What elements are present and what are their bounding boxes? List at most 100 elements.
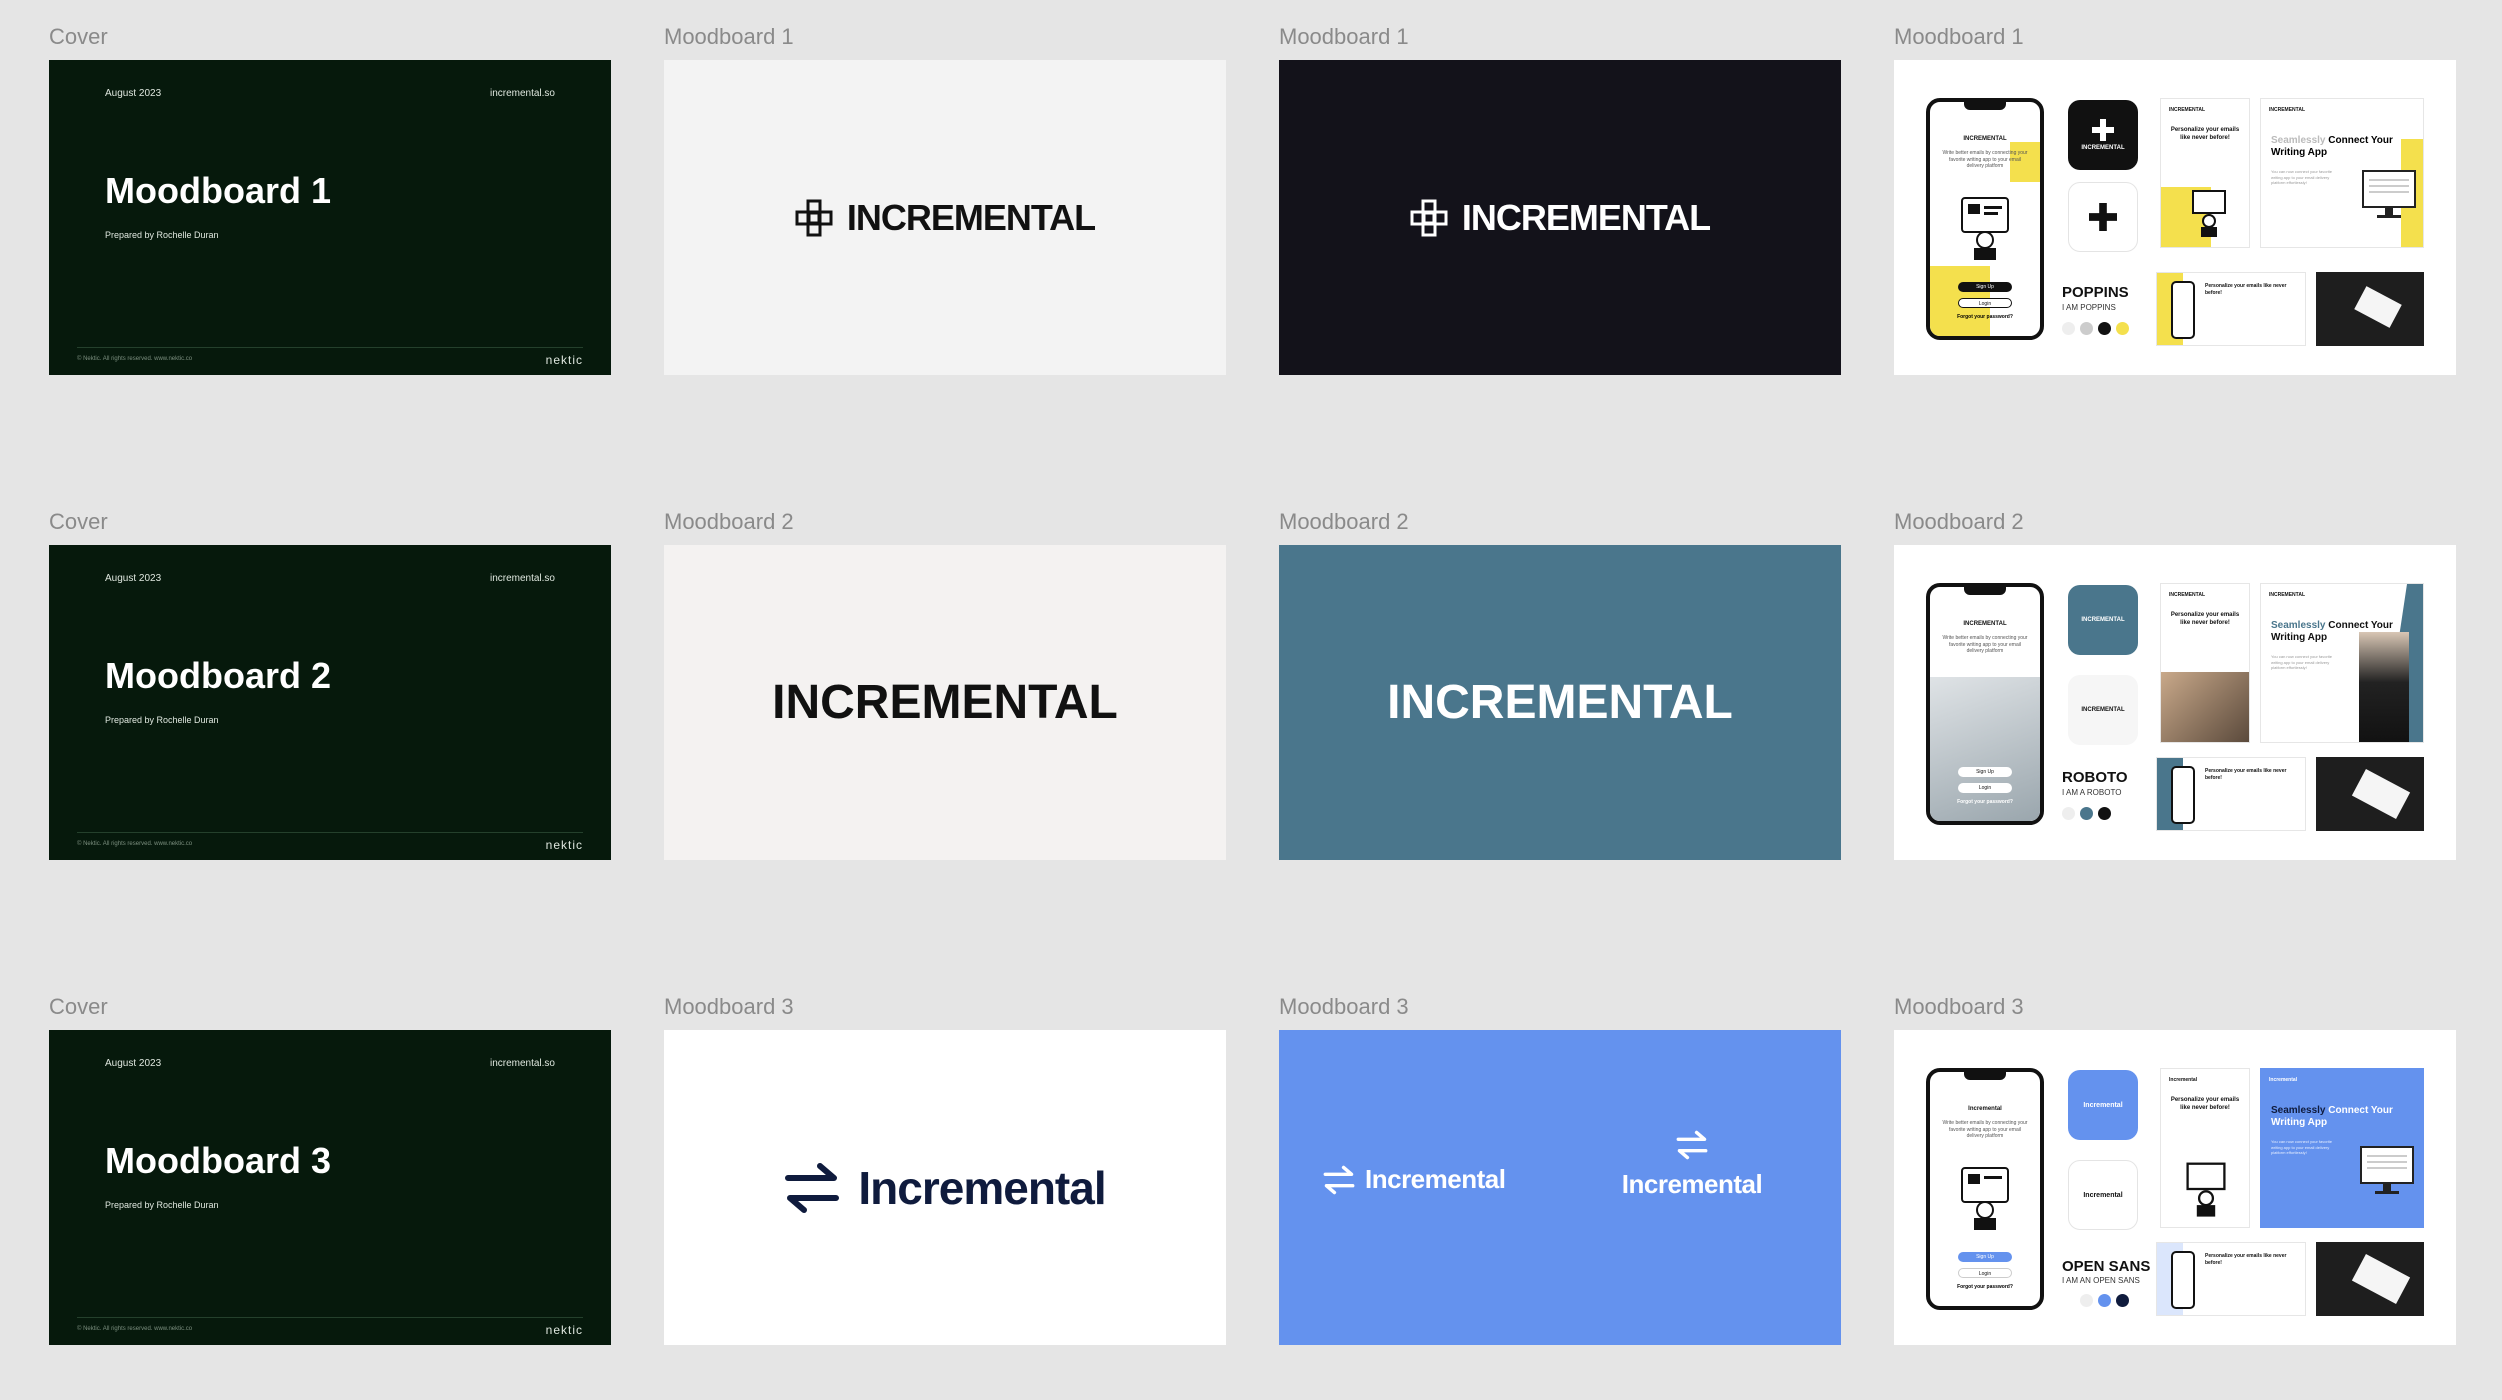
logo-wordmark: INCREMENTAL <box>1387 676 1733 729</box>
logo-dark-frame-3[interactable]: Incremental Incremental <box>1279 1030 1841 1345</box>
cover-divider <box>77 1317 583 1318</box>
hero-card: INCREMENTAL Seamlessly Connect Your Writ… <box>2260 583 2424 743</box>
font-sample: I AM POPPINS <box>2062 303 2116 312</box>
cover-frame-1[interactable]: August 2023 incremental.so Moodboard 1 P… <box>49 60 611 375</box>
frame-label-logo-dark-2[interactable]: Moodboard 2 <box>1279 509 1409 535</box>
app-icon-light <box>2068 182 2138 252</box>
frame-label-detail-2[interactable]: Moodboard 2 <box>1894 509 2024 535</box>
cross-grid-logo-icon <box>795 199 833 236</box>
logo-stacked: Incremental <box>1607 1130 1777 1200</box>
cover-divider <box>77 347 583 348</box>
font-name: OPEN SANS <box>2062 1258 2151 1275</box>
logo-light-frame-3[interactable]: Incremental <box>664 1030 1226 1345</box>
frame-label-detail-1[interactable]: Moodboard 1 <box>1894 24 2024 50</box>
cover-frame-2[interactable]: August 2023 incremental.so Moodboard 2 P… <box>49 545 611 860</box>
logo-wordmark: Incremental <box>858 1161 1106 1214</box>
phone-mockup: Incremental Write better emails by conne… <box>1926 1068 2044 1310</box>
logo-dark-frame-2[interactable]: INCREMENTAL <box>1279 545 1841 860</box>
frame-label-logo-dark-3[interactable]: Moodboard 3 <box>1279 994 1409 1020</box>
cover-copyright: © Nektic. All rights reserved. www.nekti… <box>77 1326 193 1332</box>
moodboard-detail-frame-2[interactable]: INCREMENTAL Write better emails by conne… <box>1894 545 2456 860</box>
logo-wordmark: INCREMENTAL <box>1461 196 1711 238</box>
cover-site: incremental.so <box>489 1058 555 1069</box>
cover-date: August 2023 <box>105 573 162 584</box>
cover-title: Moodboard 3 <box>105 1140 331 1181</box>
frame-label-cover-1[interactable]: Cover <box>49 24 108 50</box>
cover-site: incremental.so <box>489 88 555 99</box>
phone-title: Incremental <box>1968 1106 2002 1112</box>
card-headline: Personalize your emails like never befor… <box>2205 1253 2287 1266</box>
cover-frame-3[interactable]: August 2023 incremental.so Moodboard 3 P… <box>49 1030 611 1345</box>
mid-card: INCREMENTAL Personalize your emails like… <box>2160 98 2250 248</box>
logo-light-frame-2[interactable]: INCREMENTAL <box>664 545 1226 860</box>
cover-prepared-by: Prepared by Rochelle Duran <box>105 1200 219 1210</box>
logo-wordmark: INCREMENTAL <box>846 196 1096 238</box>
frame-label-cover-3[interactable]: Cover <box>49 994 108 1020</box>
cover-prepared-by: Prepared by Rochelle Duran <box>105 230 219 240</box>
color-swatch <box>2062 322 2075 335</box>
phone-title: INCREMENTAL <box>1963 136 2007 142</box>
bottom-card: Personalize your emails like never befor… <box>2156 1242 2306 1316</box>
app-icon-light: Incremental <box>2068 1160 2138 1230</box>
cover-brand: nektic <box>545 838 583 852</box>
phone-title: INCREMENTAL <box>1963 621 2007 627</box>
logo-light-frame-1[interactable]: INCREMENTAL <box>664 60 1226 375</box>
color-swatch <box>2098 807 2111 820</box>
illustration-icon <box>1961 1167 2009 1230</box>
frame-label-cover-2[interactable]: Cover <box>49 509 108 535</box>
plus-icon <box>2092 119 2114 141</box>
color-swatch <box>2116 1294 2129 1307</box>
forgot-password-link: Forgot your password? <box>1957 1284 2013 1290</box>
logo-dark-frame-1[interactable]: INCREMENTAL <box>1279 60 1841 375</box>
illustration-icon <box>2186 1162 2226 1217</box>
illustration-icon <box>2192 190 2226 237</box>
exchange-arrows-icon <box>785 1162 840 1213</box>
font-sample: I AM AN OPEN SANS <box>2062 1276 2140 1285</box>
exchange-arrows-icon <box>1676 1130 1708 1160</box>
cover-title: Moodboard 1 <box>105 170 331 211</box>
cover-copyright: © Nektic. All rights reserved. www.nekti… <box>77 356 193 362</box>
card-headline: Personalize your emails like never befor… <box>2205 768 2287 781</box>
color-swatch <box>2098 322 2111 335</box>
font-name: ROBOTO <box>2062 769 2128 786</box>
app-icon-light: INCREMENTAL <box>2068 675 2138 745</box>
monitor-icon <box>2362 170 2416 218</box>
card-headline: Personalize your emails like never befor… <box>2170 127 2240 141</box>
card-headline: Personalize your emails like never befor… <box>2205 283 2287 296</box>
business-card-mockup <box>2316 1242 2424 1316</box>
phone-text: Write better emails by connecting your f… <box>1942 635 2028 654</box>
frame-label-logo-dark-1[interactable]: Moodboard 1 <box>1279 24 1409 50</box>
login-button: Login <box>1958 1268 2012 1278</box>
cover-copyright: © Nektic. All rights reserved. www.nekti… <box>77 841 193 847</box>
logo-wordmark: INCREMENTAL <box>772 676 1118 729</box>
cover-divider <box>77 832 583 833</box>
photo-man <box>2359 632 2409 742</box>
app-icon-dark: Incremental <box>2068 1070 2138 1140</box>
frame-label-logo-light-3[interactable]: Moodboard 3 <box>664 994 794 1020</box>
card-headline: Personalize your emails like never befor… <box>2170 612 2240 626</box>
phone-icon <box>2171 1251 2195 1309</box>
cross-grid-logo-icon <box>1410 199 1448 236</box>
color-swatch <box>2062 807 2075 820</box>
plus-icon <box>2089 203 2117 231</box>
cover-brand: nektic <box>545 353 583 367</box>
moodboard-detail-frame-1[interactable]: INCREMENTAL Write better emails by conne… <box>1894 60 2456 375</box>
logo-wordmark: Incremental <box>1365 1164 1506 1194</box>
frame-label-logo-light-1[interactable]: Moodboard 1 <box>664 24 794 50</box>
cover-prepared-by: Prepared by Rochelle Duran <box>105 715 219 725</box>
phone-text: Write better emails by connecting your f… <box>1942 150 2028 169</box>
signup-button: Sign Up <box>1958 767 2012 777</box>
signup-button: Sign Up <box>1958 282 2012 292</box>
logo-wordmark: Incremental <box>1621 1169 1763 1199</box>
phone-icon <box>2171 766 2195 824</box>
business-card-mockup <box>2316 757 2424 831</box>
moodboard-detail-frame-3[interactable]: Incremental Write better emails by conne… <box>1894 1030 2456 1345</box>
photo-people <box>2161 672 2249 742</box>
frame-label-detail-3[interactable]: Moodboard 3 <box>1894 994 2024 1020</box>
forgot-password-link: Forgot your password? <box>1957 314 2013 320</box>
app-icon-dark: INCREMENTAL <box>2068 100 2138 170</box>
color-swatch <box>2080 1294 2093 1307</box>
hero-card: Incremental Seamlessly Connect Your Writ… <box>2260 1068 2424 1228</box>
exchange-arrows-icon <box>1323 1165 1355 1194</box>
frame-label-logo-light-2[interactable]: Moodboard 2 <box>664 509 794 535</box>
